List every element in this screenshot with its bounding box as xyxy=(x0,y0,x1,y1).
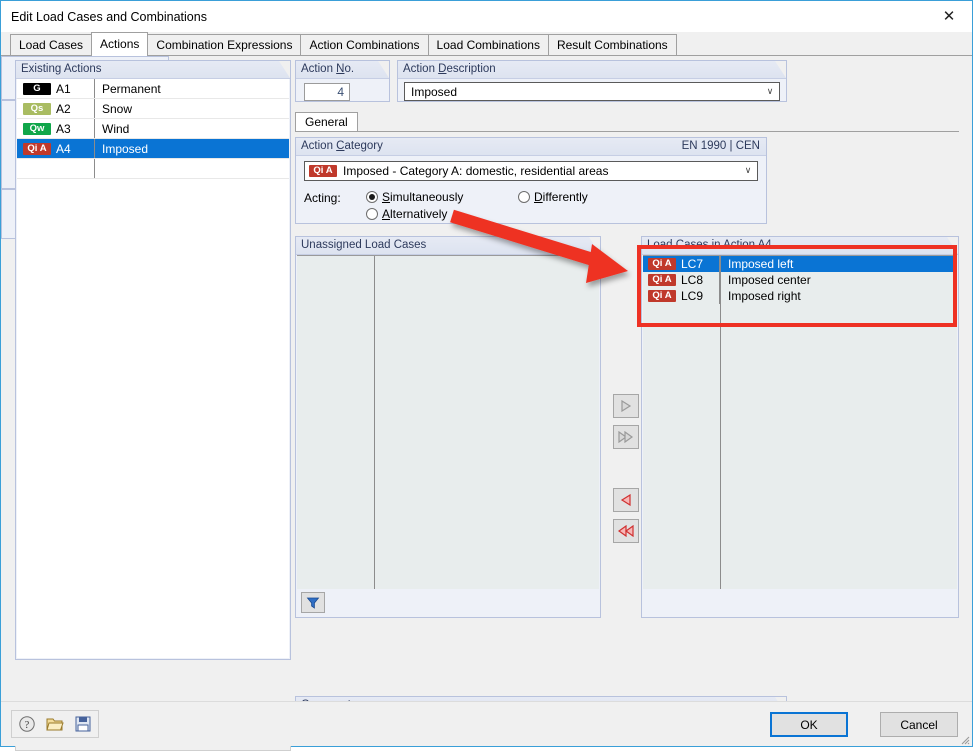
unassign-one-button[interactable] xyxy=(613,488,639,512)
radio-simultaneously-label: Simultaneously xyxy=(382,190,464,204)
unassign-all-button[interactable] xyxy=(613,519,639,543)
tab-load-cases[interactable]: Load Cases xyxy=(10,34,93,55)
dialog-content: Existing Actions G A1 Permanent Qs A2 Sn… xyxy=(1,56,972,751)
transfer-button-column xyxy=(613,394,639,550)
action-number: A2 xyxy=(56,101,71,116)
action-description-combo[interactable]: Imposed ∨ xyxy=(404,82,780,101)
table-row[interactable]: G A1 Permanent xyxy=(17,79,289,99)
action-no-header: Action No. xyxy=(296,61,389,79)
inner-tabstrip: General xyxy=(295,111,959,132)
action-category-badge: Qi A xyxy=(309,165,337,177)
action-description-cell: Snow xyxy=(102,101,133,116)
tab-actions[interactable]: Actions xyxy=(91,32,149,56)
action-badge: G xyxy=(23,82,51,95)
svg-text:?: ? xyxy=(25,720,30,731)
action-number: A4 xyxy=(56,141,71,156)
dialog-window: Edit Load Cases and Combinations ✕ Load … xyxy=(0,0,973,751)
assigned-load-cases-highlight xyxy=(637,245,957,327)
action-category-label: Action Category xyxy=(301,140,383,152)
action-badge: Qi A xyxy=(23,142,51,155)
radio-alternatively-dot[interactable] xyxy=(366,208,378,220)
action-category-value: Imposed - Category A: domestic, resident… xyxy=(343,164,609,178)
filter-icon[interactable] xyxy=(301,592,325,613)
existing-actions-list[interactable]: G A1 Permanent Qs A2 Snow Qw A3 Wind Qi … xyxy=(17,79,289,658)
main-tabstrip: Load Cases Actions Combination Expressio… xyxy=(1,32,972,56)
existing-actions-title: Existing Actions xyxy=(21,63,102,75)
chevron-down-icon[interactable]: ∨ xyxy=(739,166,757,176)
dialog-footer: ? OK Cancel xyxy=(1,701,972,746)
inner-tab-underline xyxy=(295,131,959,132)
tab-result-combinations[interactable]: Result Combinations xyxy=(547,34,677,55)
radio-differently-label: Differently xyxy=(534,190,588,204)
tab-load-combinations[interactable]: Load Combinations xyxy=(427,34,549,55)
cancel-button[interactable]: Cancel xyxy=(880,712,958,737)
existing-actions-panel: Existing Actions G A1 Permanent Qs A2 Sn… xyxy=(15,60,291,660)
action-number: A3 xyxy=(56,121,71,136)
footer-toolbar: ? xyxy=(11,710,99,738)
table-row-empty[interactable] xyxy=(17,159,289,179)
help-icon[interactable]: ? xyxy=(14,712,40,736)
unassigned-load-cases-footer xyxy=(297,589,599,616)
assign-one-button[interactable] xyxy=(613,394,639,418)
standard-label: EN 1990 | CEN xyxy=(681,140,760,152)
table-row[interactable]: Qw A3 Wind xyxy=(17,119,289,139)
action-category-panel: Action Category EN 1990 | CEN Qi A Impos… xyxy=(295,137,767,224)
action-badge: Qs xyxy=(23,102,51,115)
ok-button[interactable]: OK xyxy=(770,712,848,737)
assign-all-button[interactable] xyxy=(613,425,639,449)
action-no-label: Action No. xyxy=(301,63,355,75)
unassigned-load-cases-list[interactable] xyxy=(297,255,599,589)
save-disk-icon[interactable] xyxy=(70,712,96,736)
action-description-cell: Imposed xyxy=(102,141,149,156)
radio-simultaneously[interactable]: Simultaneously xyxy=(366,190,463,206)
action-description-cell: Wind xyxy=(102,121,130,136)
tab-action-combinations[interactable]: Action Combinations xyxy=(300,34,429,55)
existing-actions-header: Existing Actions xyxy=(16,61,290,79)
action-category-header: Action Category EN 1990 | CEN xyxy=(296,138,766,156)
radio-alternatively[interactable]: Alternatively xyxy=(366,207,447,223)
page-title: Edit Load Cases and Combinations xyxy=(11,9,207,24)
action-no-panel: Action No. 4 xyxy=(295,60,390,102)
action-category-combo[interactable]: Qi A Imposed - Category A: domestic, res… xyxy=(304,161,758,181)
action-description-value: Imposed xyxy=(411,84,458,99)
table-row[interactable]: Qs A2 Snow xyxy=(17,99,289,119)
acting-label: Acting: xyxy=(304,191,341,205)
radio-alternatively-label: Alternatively xyxy=(382,207,448,221)
action-number: A1 xyxy=(56,81,71,96)
action-description-label: Action Description xyxy=(403,63,496,75)
action-no-input[interactable]: 4 xyxy=(304,83,350,101)
action-description-cell: Permanent xyxy=(102,81,161,96)
resize-grip xyxy=(961,736,970,745)
radio-simultaneously-dot[interactable] xyxy=(366,191,378,203)
action-description-header: Action Description xyxy=(398,61,786,79)
tab-combination-expressions[interactable]: Combination Expressions xyxy=(147,34,302,55)
title-bar: Edit Load Cases and Combinations ✕ xyxy=(1,1,972,32)
unassigned-load-cases-header: Unassigned Load Cases xyxy=(296,237,600,255)
action-description-panel: Action Description Imposed ∨ xyxy=(397,60,787,102)
tab-general[interactable]: General xyxy=(295,112,358,132)
radio-differently-dot[interactable] xyxy=(518,191,530,203)
table-row-selected[interactable]: Qi A A4 Imposed xyxy=(17,139,289,159)
close-icon[interactable]: ✕ xyxy=(926,1,972,31)
action-badge: Qw xyxy=(23,122,51,135)
open-folder-icon[interactable] xyxy=(42,712,68,736)
radio-differently[interactable]: Differently xyxy=(518,190,588,206)
unassigned-load-cases-title: Unassigned Load Cases xyxy=(301,239,427,251)
assigned-load-cases-footer xyxy=(643,589,957,616)
chevron-down-icon[interactable]: ∨ xyxy=(761,87,779,97)
unassigned-load-cases-panel: Unassigned Load Cases xyxy=(295,236,601,618)
